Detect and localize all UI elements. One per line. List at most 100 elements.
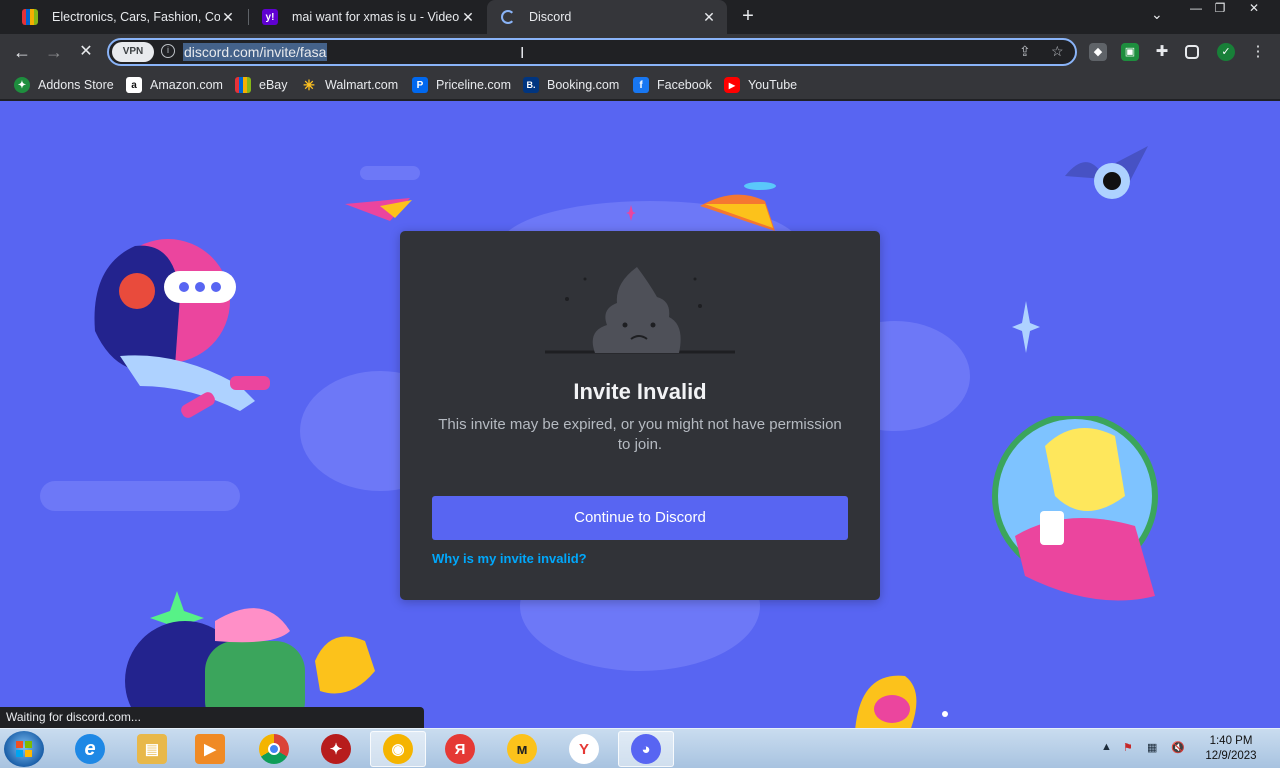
yandex-icon: Я xyxy=(445,734,475,764)
tab-ebay[interactable]: Electronics, Cars, Fashion, Collect ✕ xyxy=(8,0,246,34)
url-text[interactable]: discord.com/invite/fasa xyxy=(183,43,328,61)
tab-yahoo-video[interactable]: y! mai want for xmas is u - Video Se ✕ xyxy=(248,0,486,34)
paper-plane-illustration xyxy=(345,198,412,221)
sad-poop-icon xyxy=(545,267,735,354)
invite-invalid-card: Invite Invalid This invite may be expire… xyxy=(400,231,880,600)
walmart-icon: ✳ xyxy=(303,76,315,93)
bookmark-label: Amazon.com xyxy=(150,78,223,92)
new-tab-button[interactable]: + xyxy=(738,4,758,28)
taskbar-yandex-market[interactable]: м xyxy=(494,731,550,767)
taskbar-internet-explorer[interactable]: e xyxy=(62,731,118,767)
invite-title: Invite Invalid xyxy=(573,379,707,404)
tray-flag-icon[interactable]: ⚑ xyxy=(1123,741,1133,754)
tab-close-icon[interactable]: ✕ xyxy=(701,9,717,26)
bookmarks-bar: ✦ Addons Store a Amazon.com eBay ✳ Walma… xyxy=(0,70,1280,100)
taskbar-file-explorer[interactable]: ▤ xyxy=(124,731,180,767)
bookmark-priceline[interactable]: P Priceline.com xyxy=(412,76,511,94)
taskbar-active-browser[interactable]: ◉ xyxy=(370,731,426,767)
extensions-puzzle-icon[interactable]: ✚ xyxy=(1153,43,1171,61)
windows-taskbar: e ▤ ▶ ✦ ◉ Я м Y ◕ ▲ ⚑ ▦ 🔇 1:40 PM 12/9/2… xyxy=(0,728,1280,768)
bookmark-label: Booking.com xyxy=(547,78,620,92)
bookmark-amazon[interactable]: a Amazon.com xyxy=(126,76,223,94)
minimize-icon[interactable]: — xyxy=(1183,0,1209,18)
bookmark-label: Facebook xyxy=(657,78,712,92)
pizza-slice-illustration xyxy=(700,182,776,231)
bookmark-walmart[interactable]: ✳ Walmart.com xyxy=(301,76,398,94)
stop-loading-icon[interactable]: ✕ xyxy=(74,40,98,64)
taskbar-yandex-browser[interactable]: Y xyxy=(556,731,612,767)
discord-invite-page: Invite Invalid This invite may be expire… xyxy=(0,101,1280,728)
bookmark-addons-store[interactable]: ✦ Addons Store xyxy=(14,76,114,94)
bookmark-label: eBay xyxy=(259,78,288,92)
tab-close-icon[interactable]: ✕ xyxy=(220,9,236,26)
internet-explorer-icon: e xyxy=(75,734,105,764)
tab-close-icon[interactable]: ✕ xyxy=(460,9,476,26)
continue-to-discord-button[interactable]: Continue to Discord xyxy=(432,496,848,540)
tray-expand-icon[interactable]: ▲ xyxy=(1101,741,1112,753)
clock-time: 1:40 PM xyxy=(1209,735,1253,747)
site-info-icon[interactable]: i xyxy=(161,44,175,58)
taskbar-discord[interactable]: ◕ xyxy=(618,731,674,767)
clock-date: 12/9/2023 xyxy=(1205,750,1257,762)
tray-network-icon[interactable]: ▦ xyxy=(1147,741,1157,754)
background-cloud xyxy=(40,481,240,511)
chrome-icon xyxy=(259,734,289,764)
restore-icon[interactable]: ❐ xyxy=(1207,0,1233,18)
addons-store-icon: ✦ xyxy=(14,77,30,93)
system-clock[interactable]: 1:40 PM 12/9/2023 xyxy=(1196,734,1266,764)
amazon-icon: a xyxy=(126,77,142,93)
window-close-icon[interactable]: ✕ xyxy=(1241,0,1267,18)
yandex-browser-icon: Y xyxy=(569,734,599,764)
bookmark-booking[interactable]: B. Booking.com xyxy=(523,76,619,94)
loading-spinner-icon xyxy=(501,10,515,24)
taskbar-antivirus[interactable]: ✦ xyxy=(308,731,364,767)
tab-discord[interactable]: Discord ✕ xyxy=(487,0,727,34)
tab-title: Electronics, Cars, Fashion, Collect xyxy=(52,10,220,24)
taskbar-media-player[interactable]: ▶ xyxy=(182,731,238,767)
bookmark-youtube[interactable]: ▶ YouTube xyxy=(724,76,797,94)
address-bar[interactable]: VPN i discord.com/invite/fasa ⇪ ☆ xyxy=(107,38,1077,66)
invite-description: This invite may be expired, or you might… xyxy=(438,416,842,453)
bookmark-label: Walmart.com xyxy=(325,78,399,92)
menu-kebab-icon[interactable]: ⋮ xyxy=(1249,43,1267,61)
yellow-character-illustration xyxy=(992,416,1158,601)
priceline-icon: P xyxy=(412,77,428,93)
side-panel-icon[interactable] xyxy=(1185,45,1199,59)
discord-icon: ◕ xyxy=(631,734,661,764)
forward-arrow-icon[interactable]: → xyxy=(42,40,66,64)
extension-check-icon[interactable]: ✓ xyxy=(1217,43,1235,61)
extension-shield-icon[interactable]: ◆ xyxy=(1089,43,1107,61)
bookmark-facebook[interactable]: f Facebook xyxy=(633,76,712,94)
bookmark-star-icon[interactable]: ☆ xyxy=(1051,43,1064,60)
browser-toolbar: ← → ✕ VPN i discord.com/invite/fasa ⇪ ☆ … xyxy=(0,34,1280,70)
bookmark-label: Addons Store xyxy=(38,78,114,92)
screen: Electronics, Cars, Fashion, Collect ✕ y!… xyxy=(0,0,1280,768)
windows-logo-icon xyxy=(16,741,32,757)
back-arrow-icon[interactable]: ← xyxy=(10,40,34,64)
why-invite-invalid-link[interactable]: Why is my invite invalid? xyxy=(432,551,587,566)
status-bubble: Waiting for discord.com... xyxy=(0,707,424,728)
vpn-badge[interactable]: VPN xyxy=(112,42,154,62)
start-button[interactable] xyxy=(4,731,44,767)
youtube-icon: ▶ xyxy=(724,77,740,93)
tray-volume-muted-icon[interactable]: 🔇 xyxy=(1171,741,1185,754)
sparkle-icon xyxy=(1012,301,1040,353)
extension-vpn-lock-icon[interactable]: ▣ xyxy=(1121,43,1139,61)
text-cursor-icon: I xyxy=(520,45,525,62)
facebook-icon: f xyxy=(633,77,649,93)
ebay-icon xyxy=(22,9,38,25)
booking-icon: B. xyxy=(523,77,539,93)
background-cloud xyxy=(360,166,420,180)
bat-creature-illustration xyxy=(1065,146,1148,199)
bookmark-ebay[interactable]: eBay xyxy=(235,76,288,94)
taskbar-yandex[interactable]: Я xyxy=(432,731,488,767)
folder-icon: ▤ xyxy=(137,734,167,764)
yandex-market-icon: м xyxy=(507,734,537,764)
girl-on-phone-illustration xyxy=(94,239,270,418)
share-icon[interactable]: ⇪ xyxy=(1019,43,1031,60)
tab-search-chevron-icon[interactable]: ⌄ xyxy=(1151,6,1163,23)
sparkle-icon xyxy=(626,205,636,221)
ebay-icon xyxy=(235,77,251,93)
bookmark-label: YouTube xyxy=(748,78,798,92)
taskbar-chrome[interactable] xyxy=(246,731,302,767)
